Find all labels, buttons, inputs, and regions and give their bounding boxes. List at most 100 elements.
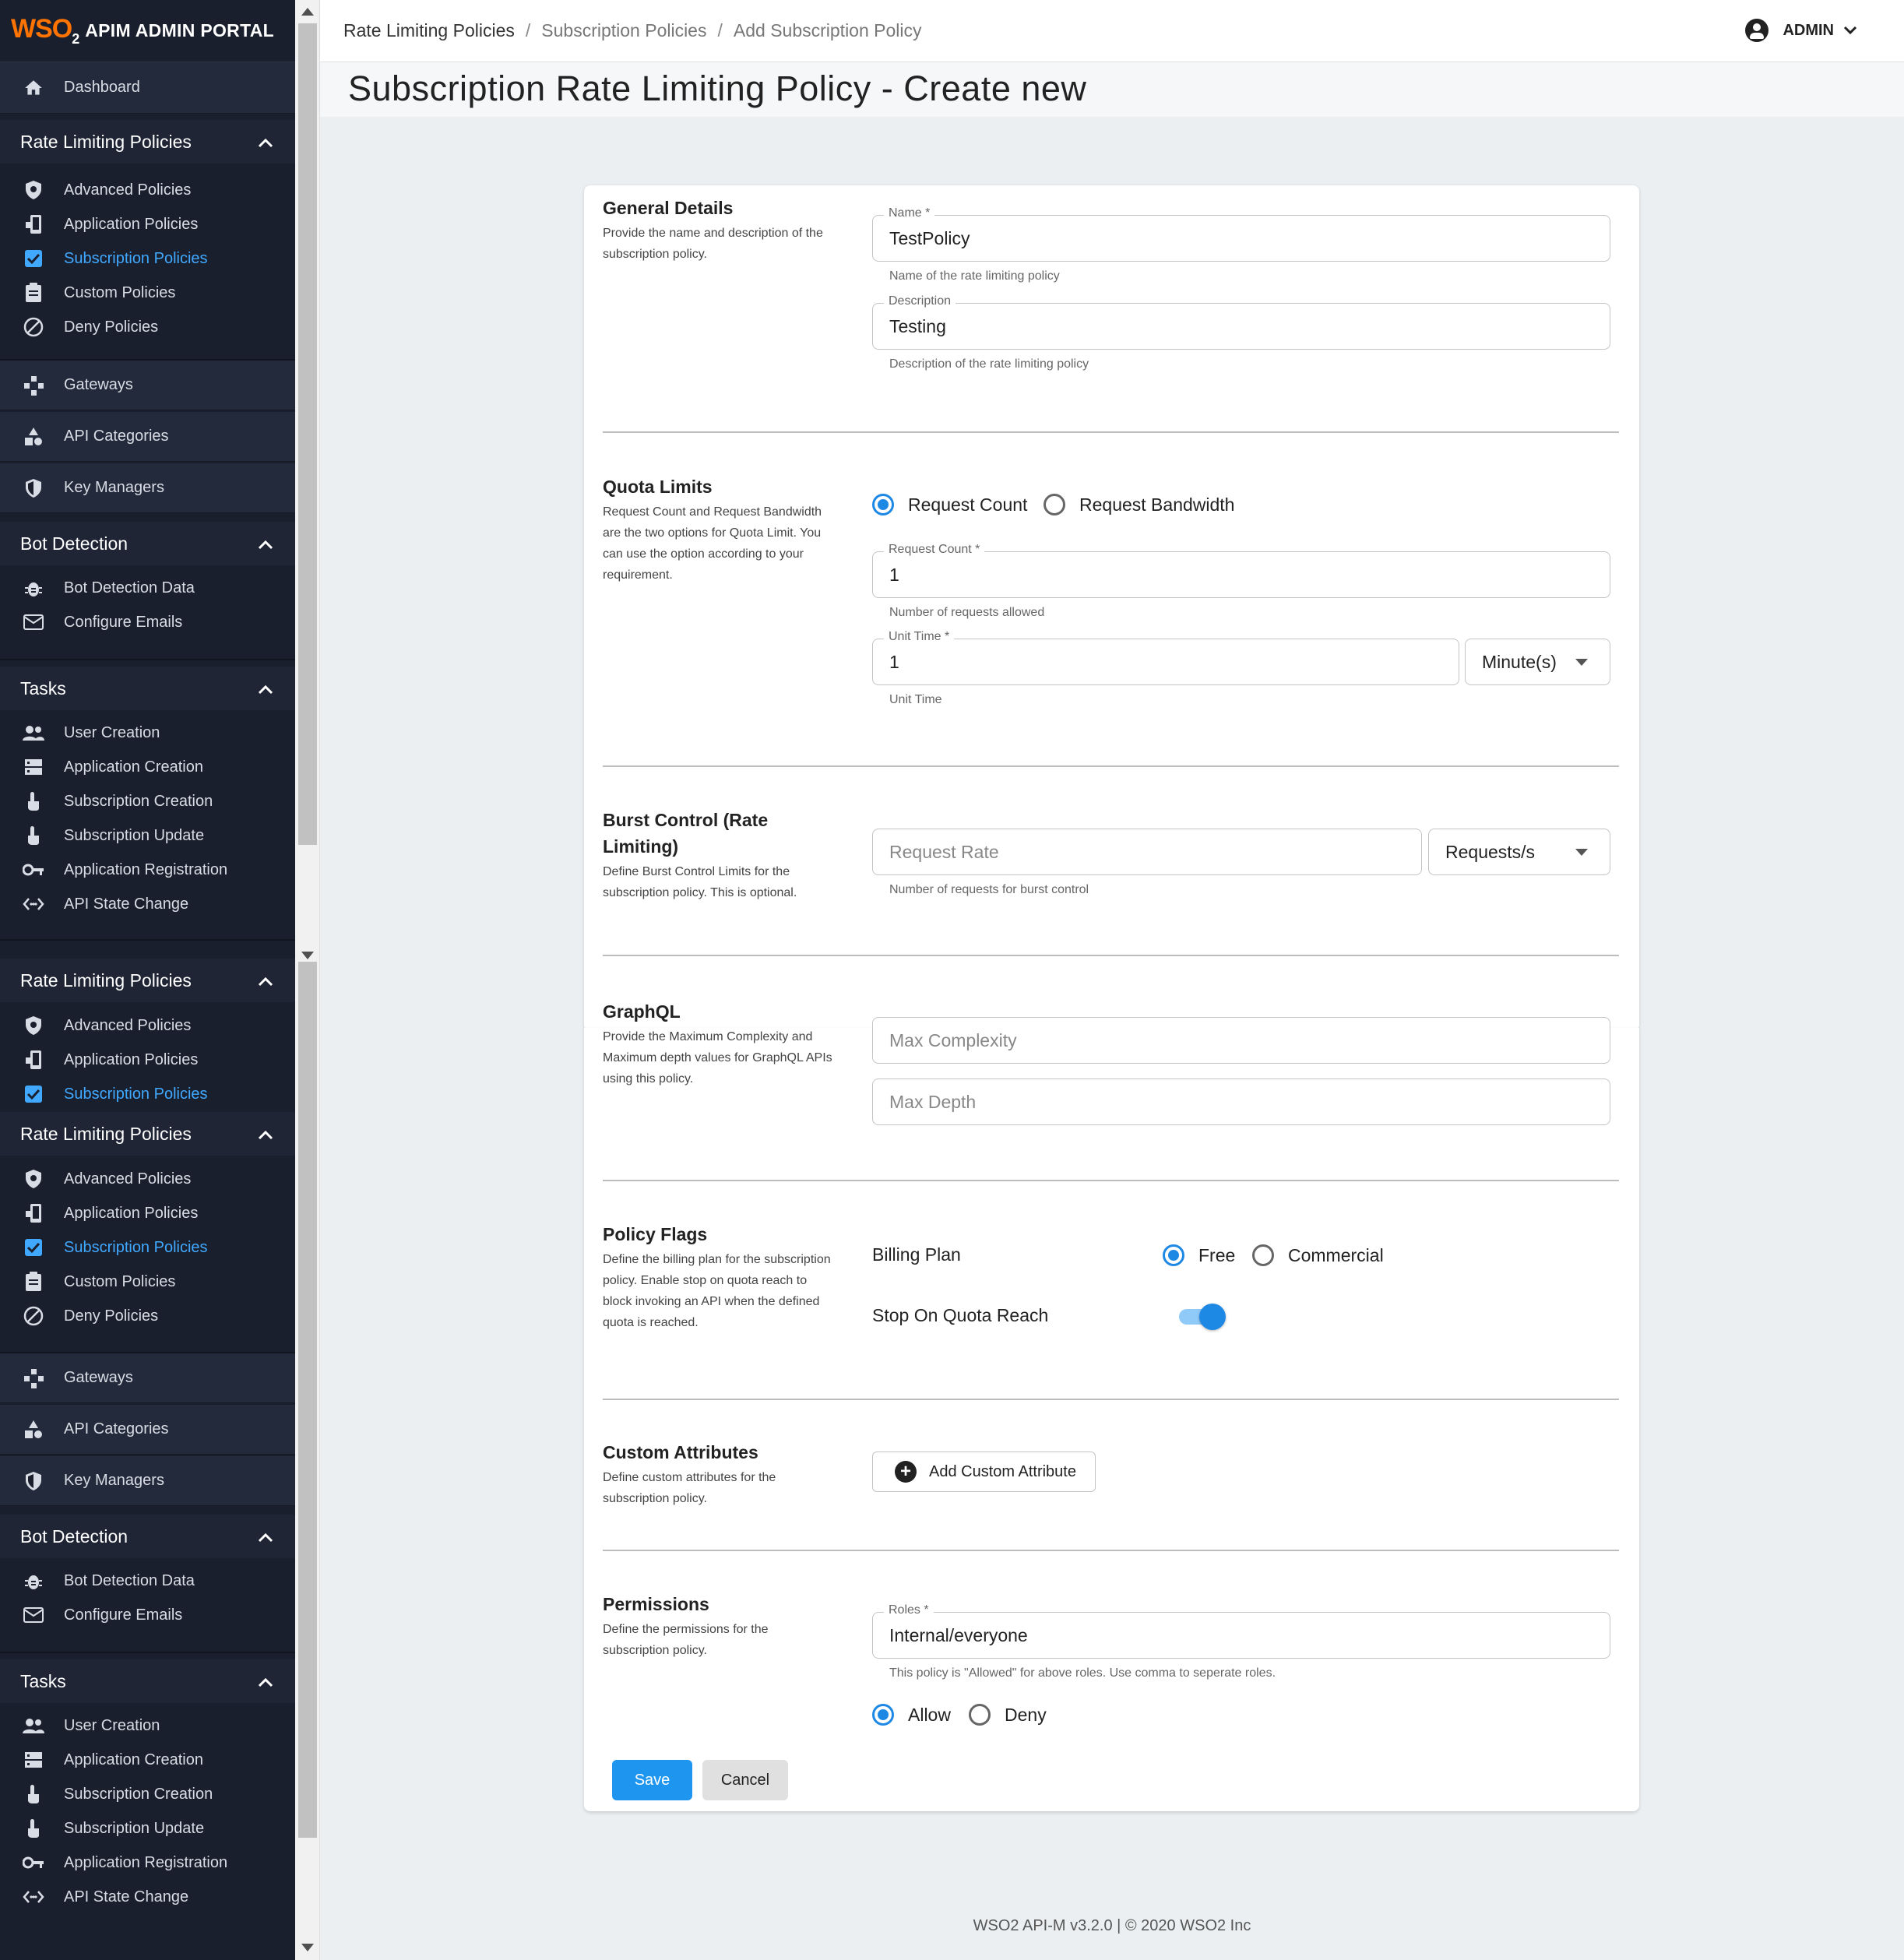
radio-free[interactable]: Free [1163, 1244, 1235, 1266]
sidebar-item-dashboard[interactable]: Dashboard [0, 62, 295, 114]
description-value: Testing [889, 316, 946, 336]
max-complexity-placeholder: Max Complexity [889, 1030, 1017, 1050]
sidebar-item-subscription-policies[interactable]: Subscription Policies [0, 1077, 295, 1111]
storage-icon [22, 755, 45, 779]
request-rate-input[interactable]: Request Rate [872, 829, 1422, 875]
sidebar-item-subscription-policies[interactable]: Subscription Policies [0, 1230, 295, 1265]
sidebar-item-key-managers[interactable]: Key Managers [0, 1456, 295, 1506]
name-field[interactable]: Name * TestPolicy [872, 206, 1610, 262]
sidebar-item-api-state-change[interactable]: API State Change [0, 887, 295, 921]
rate-limiting-header[interactable]: Rate Limiting Policies [0, 959, 295, 1002]
sidebar-item-bot-detection-data[interactable]: Bot Detection Data [0, 571, 295, 605]
general-details-title: General Details [603, 198, 734, 218]
breadcrumb-subscription-policies[interactable]: Subscription Policies [541, 20, 706, 41]
radio-unchecked-icon [969, 1704, 991, 1726]
check-box-icon [22, 247, 45, 270]
sidebar-item-advanced-policies[interactable]: Advanced Policies [0, 1008, 295, 1043]
sidebar-item-custom-policies[interactable]: Custom Policies [0, 276, 295, 310]
radio-checked-icon [872, 494, 894, 516]
radio-allow[interactable]: Allow [872, 1704, 951, 1726]
people-icon [22, 1714, 45, 1737]
unit-time-select[interactable]: Minute(s) [1465, 639, 1610, 685]
sidebar-item-subscription-creation[interactable]: Subscription Creation [0, 784, 295, 818]
sidebar-item-deny-policies[interactable]: Deny Policies [0, 310, 295, 344]
sidebar-item-subscription-policies[interactable]: Subscription Policies [0, 241, 295, 276]
bot-detection-header[interactable]: Bot Detection [0, 522, 295, 565]
bot-detection-header[interactable]: Bot Detection [0, 1515, 295, 1558]
stop-on-quota-label: Stop On Quota Reach [872, 1305, 1049, 1325]
scroll-down-arrow-icon[interactable] [301, 952, 314, 959]
mail-icon [22, 611, 45, 634]
save-button[interactable]: Save [612, 1760, 692, 1800]
breadcrumb-rate-limiting[interactable]: Rate Limiting Policies [343, 20, 515, 41]
tasks-header[interactable]: Tasks [0, 1659, 295, 1703]
sidebar-item-application-registration[interactable]: Application Registration [0, 1846, 295, 1880]
brand[interactable]: WSO2 APIM ADMIN PORTAL [0, 0, 295, 62]
permissions-title: Permissions [603, 1594, 709, 1614]
tasks-header[interactable]: Tasks [0, 667, 295, 710]
sidebar-item-gateways[interactable]: Gateways [0, 361, 295, 410]
phone-link-icon [22, 213, 45, 236]
burst-control-desc: Define Burst Control Limits for the subs… [603, 865, 797, 899]
radio-request-bandwidth[interactable]: Request Bandwidth [1044, 494, 1234, 516]
section-divider [603, 765, 1619, 767]
sidebar-item-subscription-creation[interactable]: Subscription Creation [0, 1777, 295, 1811]
scroll-up-arrow-icon[interactable] [301, 8, 314, 16]
sidebar-item-application-policies[interactable]: Application Policies [0, 1043, 295, 1077]
storage-icon [22, 1748, 45, 1772]
sidebar-item-user-creation[interactable]: User Creation [0, 716, 295, 750]
request-rate-unit-select[interactable]: Requests/s [1428, 829, 1610, 875]
roles-value: Internal/everyone [889, 1625, 1028, 1645]
user-menu[interactable]: ADMIN [1745, 19, 1857, 42]
description-label: Description [884, 294, 956, 308]
radio-deny[interactable]: Deny [969, 1704, 1047, 1726]
sidebar-item-application-policies[interactable]: Application Policies [0, 207, 295, 241]
sidebar-item-api-state-change[interactable]: API State Change [0, 1880, 295, 1914]
max-complexity-input[interactable]: Max Complexity [872, 1017, 1610, 1064]
sidebar-item-gateways[interactable]: Gateways [0, 1353, 295, 1403]
gateway-icon [22, 1367, 45, 1390]
sidebar-item-custom-policies[interactable]: Custom Policies [0, 1265, 295, 1299]
sidebar-item-key-managers[interactable]: Key Managers [0, 463, 295, 513]
chevron-down-icon [1843, 22, 1857, 40]
max-depth-input[interactable]: Max Depth [872, 1079, 1610, 1125]
sidebar-item-configure-emails[interactable]: Configure Emails [0, 1598, 295, 1632]
sidebar-item-user-creation[interactable]: User Creation [0, 1708, 295, 1743]
sidebar-item-advanced-policies[interactable]: Advanced Policies [0, 173, 295, 207]
sidebar-item-bot-detection-data[interactable]: Bot Detection Data [0, 1564, 295, 1598]
description-field[interactable]: Description Testing [872, 294, 1610, 350]
block-icon [22, 1304, 45, 1328]
request-count-field[interactable]: Request Count * 1 [872, 543, 1610, 598]
sidebar-item-advanced-policies[interactable]: Advanced Policies [0, 1162, 295, 1196]
cancel-button[interactable]: Cancel [702, 1760, 788, 1800]
sidebar-item-configure-emails[interactable]: Configure Emails [0, 605, 295, 639]
roles-label: Roles * [884, 1603, 934, 1617]
sidebar-scrollbar[interactable] [295, 0, 320, 1960]
block-icon [22, 315, 45, 339]
title-bar: Subscription Rate Limiting Policy - Crea… [320, 62, 1904, 117]
add-custom-attribute-button[interactable]: + Add Custom Attribute [872, 1452, 1096, 1492]
scroll-down-arrow-icon[interactable] [301, 1944, 314, 1951]
radio-request-count[interactable]: Request Count [872, 494, 1027, 516]
section-divider [603, 1550, 1619, 1551]
radio-commercial[interactable]: Commercial [1252, 1244, 1384, 1266]
scrollbar-thumb[interactable] [298, 962, 317, 1838]
stop-on-quota-toggle[interactable] [1177, 1300, 1226, 1332]
unit-time-field[interactable]: Unit Time * 1 [872, 630, 1459, 685]
sidebar-item-subscription-update[interactable]: Subscription Update [0, 1811, 295, 1846]
toggle-knob [1199, 1304, 1226, 1330]
chevron-up-icon [258, 1526, 273, 1547]
sidebar-item-deny-policies[interactable]: Deny Policies [0, 1299, 295, 1333]
rate-limiting-header[interactable]: Rate Limiting Policies [0, 120, 295, 164]
general-details-desc: Provide the name and description of the … [603, 227, 823, 261]
sidebar-item-application-registration[interactable]: Application Registration [0, 853, 295, 887]
rate-limiting-header[interactable]: Rate Limiting Policies [0, 1112, 295, 1156]
sidebar-item-application-creation[interactable]: Application Creation [0, 750, 295, 784]
sidebar-item-application-policies[interactable]: Application Policies [0, 1196, 295, 1230]
roles-field[interactable]: Roles * Internal/everyone [872, 1603, 1610, 1659]
sidebar-item-api-categories[interactable]: API Categories [0, 1405, 295, 1455]
scrollbar-thumb[interactable] [298, 23, 317, 845]
sidebar-item-application-creation[interactable]: Application Creation [0, 1743, 295, 1777]
sidebar-item-subscription-update[interactable]: Subscription Update [0, 818, 295, 853]
sidebar-item-api-categories[interactable]: API Categories [0, 412, 295, 462]
